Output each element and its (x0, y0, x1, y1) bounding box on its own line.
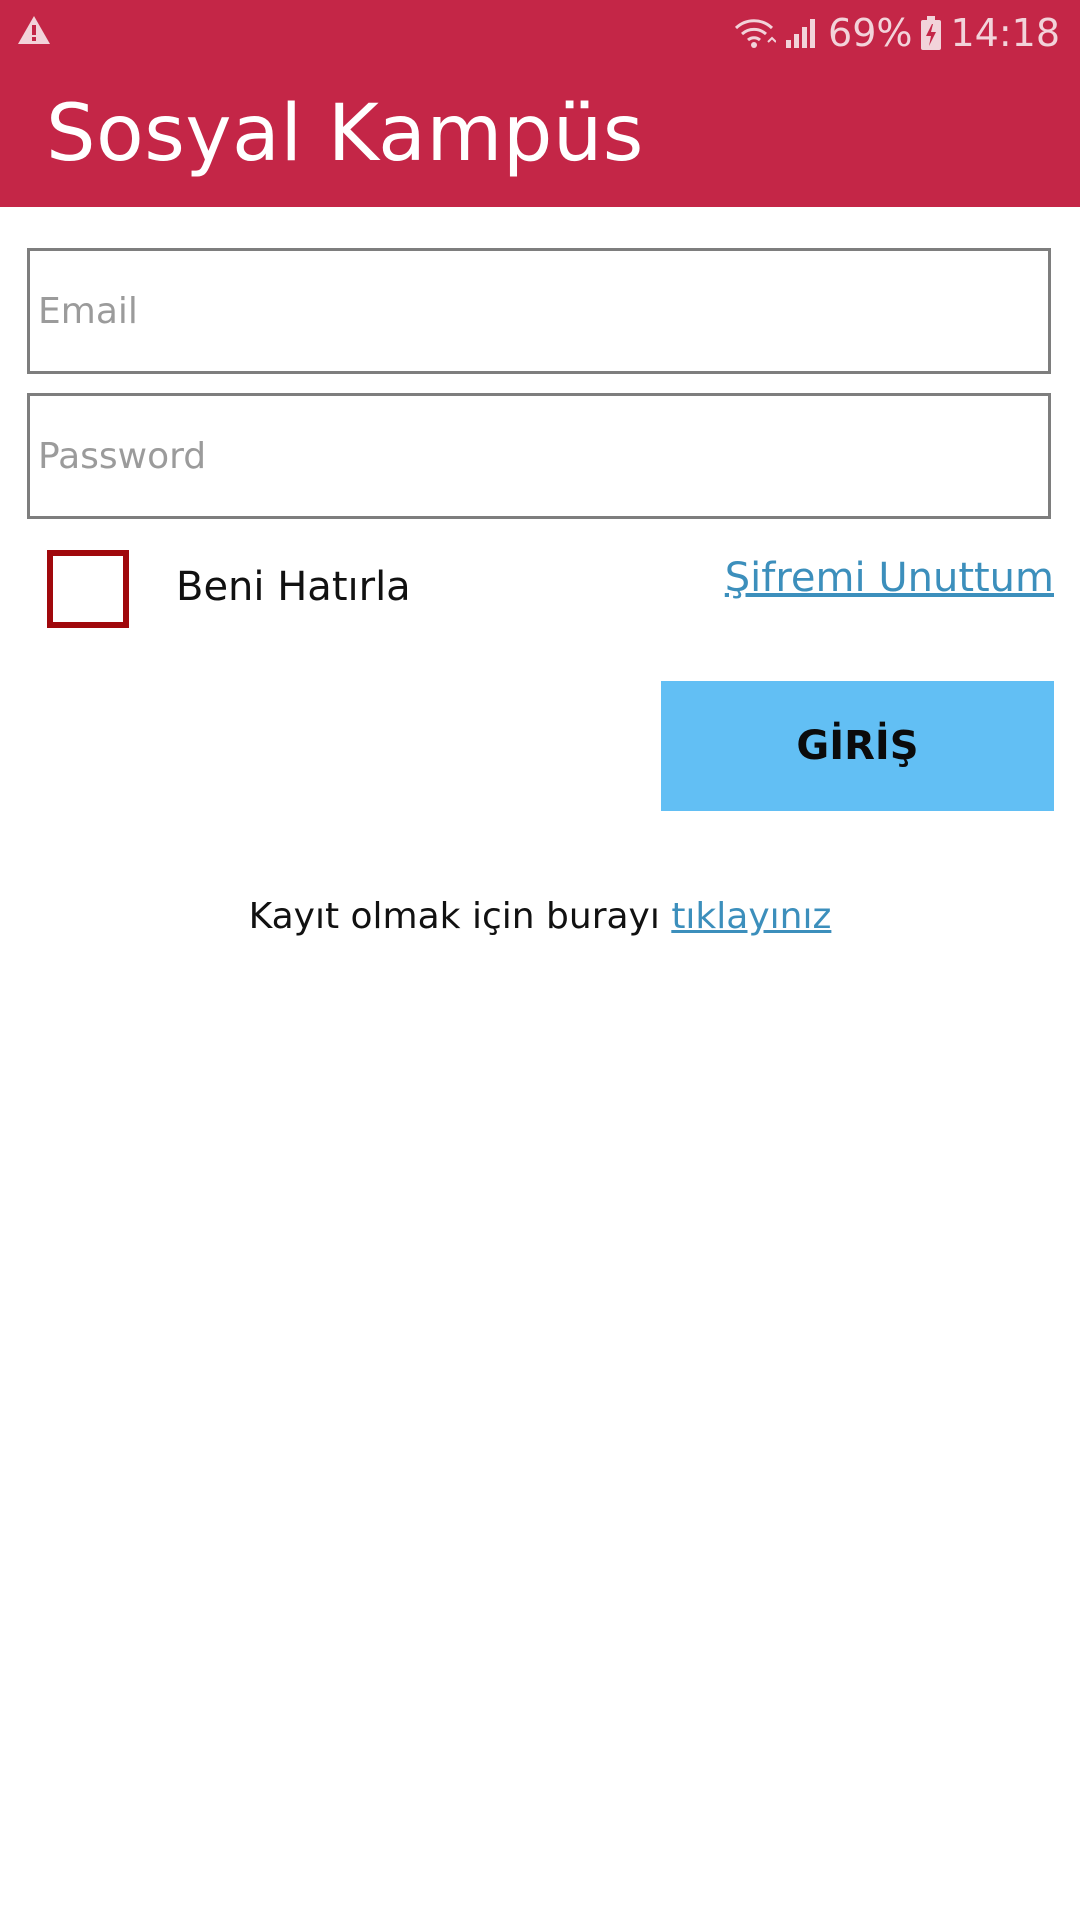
app-bar: 69% 14:18 Sosyal Kampüs (0, 0, 1080, 207)
battery-percent: 69% (828, 11, 913, 55)
warning-icon (16, 14, 52, 46)
status-indicators: 69% 14:18 (732, 10, 1060, 56)
wifi-icon (732, 16, 777, 50)
remember-me-checkbox[interactable] (47, 550, 129, 628)
password-input[interactable] (30, 396, 1048, 516)
clock: 14:18 (950, 11, 1060, 55)
forgot-password-link[interactable]: Şifremi Unuttum (725, 556, 1054, 600)
status-bar: 69% 14:18 (0, 0, 1080, 66)
email-input[interactable] (30, 251, 1048, 371)
login-button[interactable]: GİRİŞ (661, 681, 1054, 811)
register-link[interactable]: tıklayınız (671, 896, 831, 937)
signal-icon (784, 16, 820, 50)
register-prompt: Kayıt olmak için burayı tıklayınız (0, 895, 1080, 938)
remember-me-label[interactable]: Beni Hatırla (176, 565, 411, 609)
register-prompt-text: Kayıt olmak için burayı (248, 896, 672, 937)
app-title: Sosyal Kampüs (46, 89, 644, 179)
battery-charging-icon (920, 15, 942, 51)
email-field-box (27, 248, 1051, 374)
password-field-box (27, 393, 1051, 519)
